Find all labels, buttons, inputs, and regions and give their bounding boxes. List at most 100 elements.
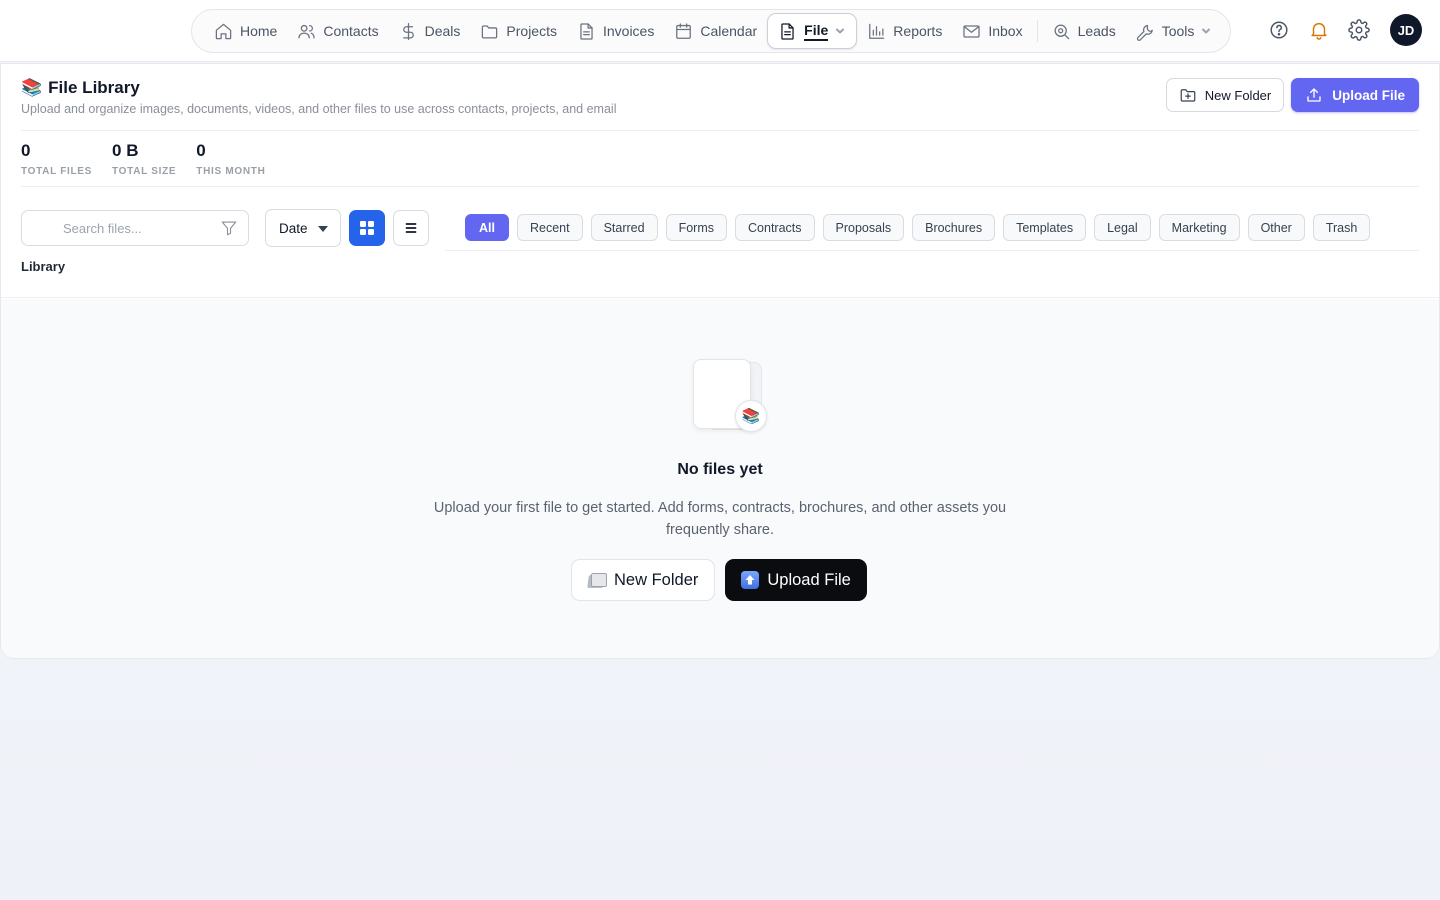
user-avatar[interactable]: JD bbox=[1390, 14, 1422, 46]
empty-state-title: No files yet bbox=[677, 461, 763, 478]
filter-tab-trash[interactable]: Trash bbox=[1312, 214, 1371, 241]
stat-label: TOTAL SIZE bbox=[112, 166, 177, 177]
upload-file-button-label: Upload File bbox=[1332, 87, 1405, 103]
new-folder-button-label: New Folder bbox=[1204, 87, 1272, 103]
stat-value: 0 bbox=[21, 141, 31, 160]
stat-this-month: 0 THIS MONTH bbox=[196, 141, 265, 177]
nav-item-contacts[interactable]: Contacts bbox=[287, 14, 388, 48]
header-actions: New Folder Upload File bbox=[1165, 78, 1419, 112]
list-icon bbox=[405, 223, 417, 233]
divider bbox=[21, 130, 1419, 131]
upload-arrow-icon bbox=[741, 571, 760, 589]
search-input[interactable] bbox=[22, 211, 248, 245]
filter-tab-templates[interactable]: Templates bbox=[1003, 214, 1087, 241]
books-icon: 📚 bbox=[735, 400, 767, 432]
notification-bell-icon[interactable] bbox=[1308, 19, 1330, 41]
filter-tab-all[interactable]: All bbox=[465, 214, 509, 241]
folder-icon bbox=[482, 24, 498, 38]
filter-tab-brochures[interactable]: Brochures bbox=[912, 214, 996, 241]
folder-icon bbox=[588, 572, 607, 588]
stat-total-size: 0 B TOTAL SIZE bbox=[112, 141, 176, 177]
grid-view-button[interactable] bbox=[349, 210, 385, 246]
nav-item-leads[interactable]: Leads bbox=[1042, 14, 1126, 48]
filter-tab-starred[interactable]: Starred bbox=[590, 214, 658, 241]
nav-separator bbox=[1036, 20, 1038, 42]
filter-tab-contracts[interactable]: Contracts bbox=[735, 214, 815, 241]
list-view-button[interactable] bbox=[393, 210, 429, 246]
stats-row: 0 TOTAL FILES 0 B TOTAL SIZE 0 THIS MONT… bbox=[21, 141, 266, 177]
filter-icon[interactable] bbox=[220, 219, 238, 237]
settings-gear-icon[interactable] bbox=[1348, 19, 1370, 41]
page-title: File Library bbox=[48, 78, 140, 97]
nav-label-reports: Reports bbox=[893, 23, 943, 39]
mail-icon bbox=[963, 24, 980, 38]
wrench-icon bbox=[1136, 24, 1153, 41]
nav-label-tools: Tools bbox=[1161, 23, 1195, 39]
nav-label-projects: Projects bbox=[506, 23, 557, 39]
nav-item-tools[interactable]: Tools bbox=[1126, 14, 1222, 48]
filter-tabs: All Recent Starred Forms Contracts Propo… bbox=[465, 214, 1371, 241]
nav-item-deals[interactable]: Deals bbox=[389, 14, 471, 48]
stat-label: THIS MONTH bbox=[196, 166, 266, 177]
nav-label-leads: Leads bbox=[1077, 23, 1116, 39]
empty-upload-file-label: Upload File bbox=[767, 570, 851, 589]
stat-label: TOTAL FILES bbox=[21, 166, 93, 177]
grid-icon bbox=[360, 221, 374, 235]
nav-item-calendar[interactable]: Calendar bbox=[664, 14, 767, 48]
empty-new-folder-button[interactable]: New Folder bbox=[571, 559, 716, 601]
filter-tab-other[interactable]: Other bbox=[1247, 214, 1305, 241]
top-navigation-bar: Home Contacts Deals Projects Invoices Ca… bbox=[0, 0, 1440, 62]
home-icon bbox=[215, 23, 232, 39]
new-folder-button[interactable]: New Folder bbox=[1165, 78, 1285, 112]
chevron-down-icon bbox=[836, 28, 845, 34]
file-icon bbox=[781, 22, 794, 40]
empty-files-illustration: 📚 bbox=[692, 359, 772, 439]
filter-tab-recent[interactable]: Recent bbox=[516, 214, 583, 241]
filter-tab-legal[interactable]: Legal bbox=[1094, 214, 1151, 241]
upload-icon bbox=[1307, 88, 1321, 102]
library-toolbar: Date bbox=[21, 209, 429, 247]
empty-state-description: Upload your first file to get started. A… bbox=[433, 500, 1007, 538]
stat-total-files: 0 TOTAL FILES bbox=[21, 141, 92, 177]
nav-label-calendar: Calendar bbox=[700, 23, 758, 39]
upload-file-button[interactable]: Upload File bbox=[1291, 78, 1419, 112]
library-header: 📚 File Library Upload and organize image… bbox=[1, 64, 1439, 298]
nav-item-invoices[interactable]: Invoices bbox=[567, 14, 664, 48]
stat-value: 0 bbox=[196, 141, 206, 160]
users-icon bbox=[298, 24, 316, 38]
sort-select-value: Date bbox=[279, 220, 308, 236]
empty-state: 📚 No files yet Upload your first file to… bbox=[1, 299, 1439, 658]
folder-plus-icon bbox=[1180, 89, 1196, 102]
stat-value: 0 B bbox=[112, 141, 139, 160]
nav-item-file[interactable]: File bbox=[767, 13, 858, 49]
caret-down-icon bbox=[318, 226, 328, 232]
help-icon[interactable] bbox=[1268, 19, 1290, 41]
filter-tab-forms[interactable]: Forms bbox=[665, 214, 728, 241]
filter-tab-marketing[interactable]: Marketing bbox=[1158, 214, 1240, 241]
breadcrumb[interactable]: Library bbox=[21, 259, 65, 274]
file-library-panel: 📚 File Library Upload and organize image… bbox=[0, 63, 1440, 659]
books-icon: 📚 bbox=[21, 78, 43, 97]
nav-label-contacts: Contacts bbox=[323, 23, 379, 39]
page-title-row: 📚 File Library bbox=[21, 78, 140, 98]
page-subtitle: Upload and organize images, documents, v… bbox=[21, 102, 617, 116]
empty-new-folder-label: New Folder bbox=[614, 570, 699, 589]
empty-upload-file-button[interactable]: Upload File bbox=[725, 559, 867, 601]
sort-select[interactable]: Date bbox=[265, 209, 341, 247]
nav-item-projects[interactable]: Projects bbox=[470, 14, 567, 48]
nav-item-home[interactable]: Home bbox=[204, 14, 287, 48]
search-box bbox=[21, 210, 249, 246]
nav-item-reports[interactable]: Reports bbox=[857, 14, 952, 48]
calendar-icon bbox=[676, 22, 692, 39]
main-nav: Home Contacts Deals Projects Invoices Ca… bbox=[191, 9, 1231, 53]
chevron-down-icon bbox=[1202, 28, 1211, 34]
dollar-icon bbox=[402, 22, 414, 40]
nav-label-home: Home bbox=[240, 23, 278, 39]
divider bbox=[445, 250, 1419, 251]
nav-label-invoices: Invoices bbox=[602, 23, 655, 39]
filter-tab-proposals[interactable]: Proposals bbox=[822, 214, 905, 241]
bar-chart-icon bbox=[869, 23, 885, 39]
nav-item-inbox[interactable]: Inbox bbox=[952, 14, 1032, 48]
nav-label-file: File bbox=[804, 22, 829, 41]
divider bbox=[21, 186, 1419, 187]
